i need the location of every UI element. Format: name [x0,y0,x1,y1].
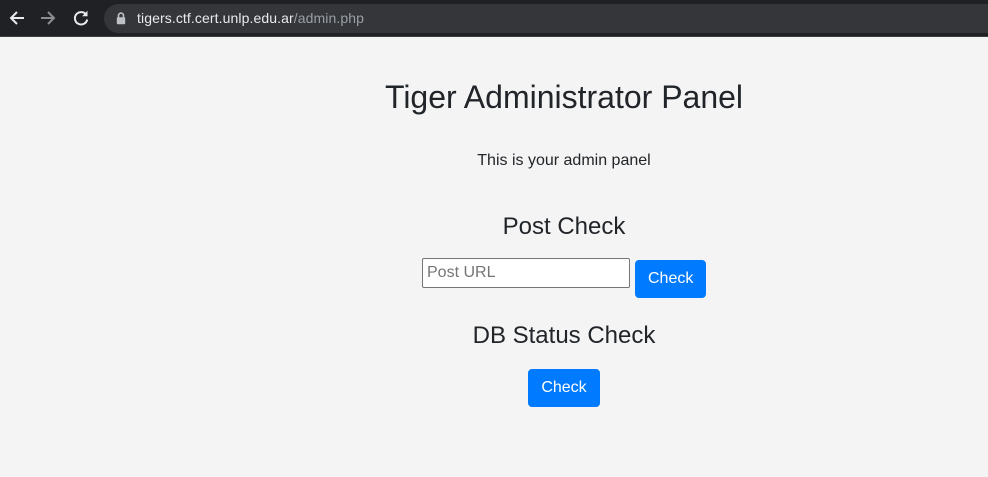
back-button[interactable] [6,7,28,29]
db-status-check-button[interactable]: Check [528,369,600,407]
arrow-left-icon [9,11,24,25]
reload-button[interactable] [70,7,92,29]
lock-icon [116,12,126,25]
url-host: tigers.ctf.cert.unlp.edu.ar [137,10,294,26]
post-check-button[interactable]: Check [635,260,706,298]
page-title: Tiger Administrator Panel [384,79,744,115]
arrow-right-icon [41,11,56,25]
page-content: Tiger Administrator Panel This is your a… [0,37,988,477]
url-path: /admin.php [293,10,365,26]
post-check-heading: Post Check [502,213,626,240]
reload-icon [73,10,89,26]
db-status-check-heading: DB Status Check [472,322,656,349]
url-text: tigers.ctf.cert.unlp.edu.ar/admin.php [137,10,364,27]
forward-button[interactable] [37,7,59,29]
browser-toolbar: tigers.ctf.cert.unlp.edu.ar/admin.php [0,0,988,37]
intro-text: This is your admin panel [477,152,651,169]
address-bar[interactable]: tigers.ctf.cert.unlp.edu.ar/admin.php [104,4,988,33]
post-url-input[interactable] [422,258,630,288]
